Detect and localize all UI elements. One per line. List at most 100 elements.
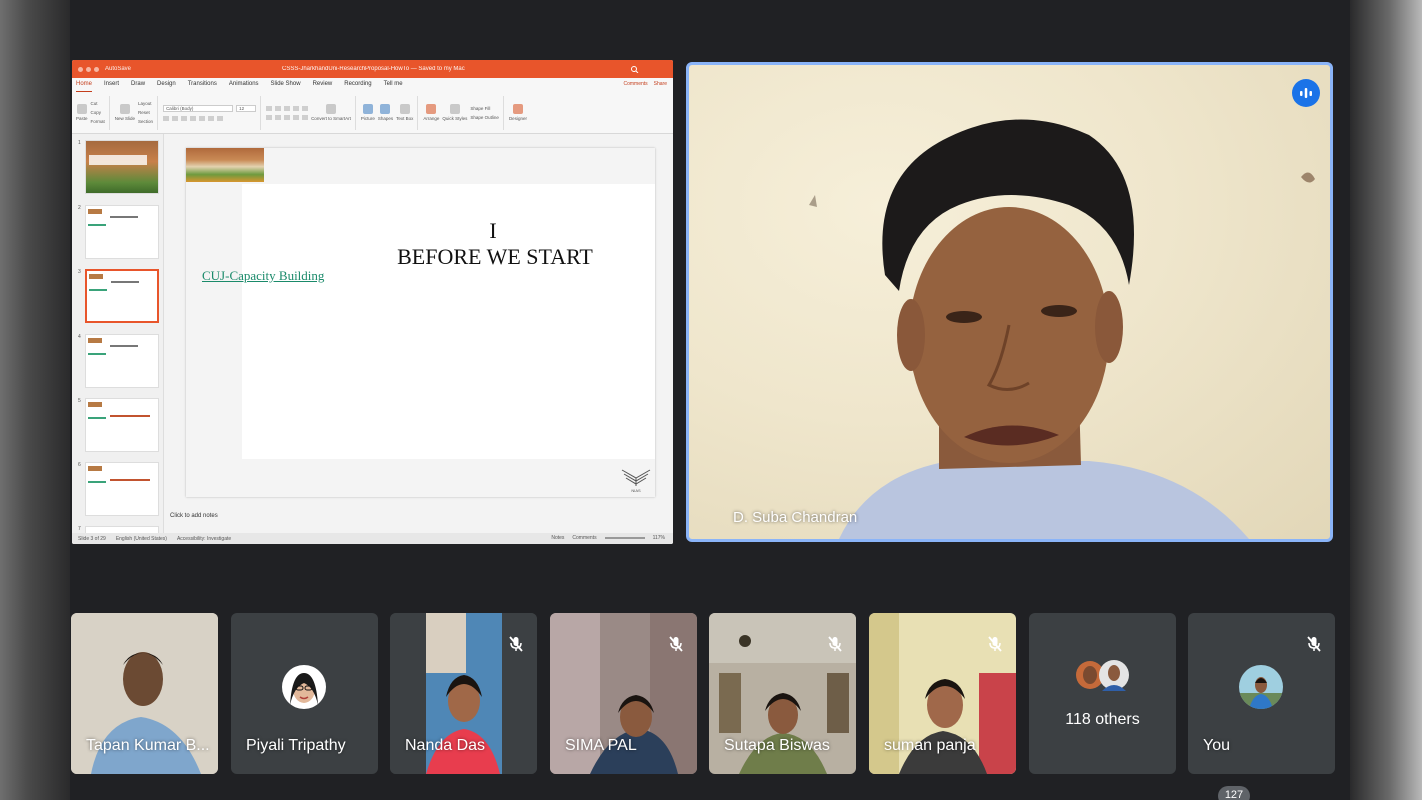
participant-name: Nanda Das [405,737,486,754]
new-slide-button[interactable]: New Slide [115,104,135,121]
underline-icon[interactable] [181,115,188,121]
picture-button[interactable]: Picture [361,104,375,121]
font-color-icon[interactable] [217,115,224,121]
others-avatars [1076,660,1129,691]
align-center-icon[interactable] [275,114,282,120]
slide-thumbnail[interactable]: 4 [75,334,161,392]
arrange-label: Arrange [423,116,440,121]
slide-thumbnail[interactable]: 1 [75,140,161,198]
comments-toggle[interactable]: Comments [572,535,596,541]
bold-icon[interactable] [163,115,170,121]
window-controls[interactable] [78,66,99,72]
section-button[interactable]: Section [138,119,153,124]
avatar [1239,665,1283,709]
numbering-icon[interactable] [275,105,282,111]
slide-footer-band [186,459,655,497]
logo-text: NIAS [631,488,641,493]
quick-styles-button[interactable]: Quick Styles [442,104,467,121]
italic-icon[interactable] [172,115,179,121]
slide-thumbnail[interactable]: 2 [75,205,161,263]
accessibility-status[interactable]: Accessibility: Investigate [177,536,231,542]
shape-fill-button[interactable]: Shape Fill [470,106,499,111]
participant-tile[interactable]: Tapan Kumar B... [71,613,218,774]
participant-tile[interactable]: Piyali Tripathy [231,613,378,774]
tab-review[interactable]: Review [313,81,333,92]
slide-thumbnail-preview [85,398,159,452]
text-box-label: Text Box [396,116,414,121]
convert-smartart-button[interactable]: Convert to SmartArt [311,104,351,121]
tab-tell-me[interactable]: Tell me [384,81,403,92]
share-button[interactable]: Share [654,81,667,87]
slide-number: 6 [78,462,81,468]
strikethrough-icon[interactable] [190,115,197,121]
notes-toggle[interactable]: Notes [551,535,564,541]
shapes-button[interactable]: Shapes [378,104,393,121]
slide-thumbnails-panel[interactable]: 1 2 3 4 5 6 7 [72,134,164,534]
autosave-label[interactable]: AutoSave [105,66,131,72]
columns-icon[interactable] [302,114,309,120]
arrange-button[interactable]: Arrange [423,104,439,121]
participant-tile[interactable]: Nanda Das [390,613,537,774]
presentation-share[interactable]: AutoSave CSSS-JharkhandUni-ResearchPropo… [72,60,673,544]
superscript-icon[interactable] [208,115,215,121]
outdent-icon[interactable] [293,105,300,111]
format-button[interactable]: Format [91,119,105,124]
language-status[interactable]: English (United States) [116,536,167,542]
slide-number: 5 [78,398,81,404]
text-box-button[interactable]: Text Box [396,104,413,121]
mic-off-icon [1307,636,1321,652]
notes-pane[interactable]: Click to add notes [170,513,218,519]
slide-link-text[interactable]: CUJ-Capacity Building [202,268,324,284]
paste-button[interactable]: Paste [76,104,88,121]
status-bar: Slide 3 of 29 English (United States) Ac… [72,533,673,544]
justify-icon[interactable] [293,114,300,120]
self-tile[interactable]: You [1188,613,1335,774]
designer-button[interactable]: Designer [509,104,527,121]
others-count-label: 118 others [1065,711,1140,728]
participant-name: Tapan Kumar B... [86,737,210,754]
shapes-icon [380,104,391,114]
bullets-icon[interactable] [266,105,273,111]
tab-transitions[interactable]: Transitions [188,81,217,92]
indent-icon[interactable] [284,105,291,111]
font-name-select[interactable]: Calibri (Body) [163,104,234,112]
paste-icon [76,104,87,114]
slide-thumbnail[interactable]: 5 [75,398,161,456]
participant-tile[interactable]: suman panja [869,613,1016,774]
copy-button[interactable]: Copy [91,110,105,115]
participant-tile[interactable]: SIMA PAL [550,613,697,774]
tab-home[interactable]: Home [76,81,93,92]
shape-outline-button[interactable]: Shape Outline [470,115,499,120]
tab-design[interactable]: Design [157,81,176,92]
ribbon-tabs: Home Insert Draw Design Transitions Anim… [72,78,673,92]
participant-tile[interactable]: Sutapa Biswas [709,613,856,774]
align-right-icon[interactable] [284,114,291,120]
slide-thumbnail[interactable]: 6 [75,462,161,520]
participant-name: You [1203,737,1230,754]
font-size-select[interactable]: 12 [236,104,257,112]
comments-button[interactable]: Comments [623,81,647,87]
tab-animations[interactable]: Animations [229,81,259,92]
others-tile[interactable]: 118 others [1029,613,1176,774]
current-slide[interactable]: I BEFORE WE START CUJ-Capacity Building … [186,148,655,497]
cut-button[interactable]: Cut [91,101,105,106]
layout-button[interactable]: Layout [138,101,153,106]
active-speaker-tile[interactable]: D. Suba Chandran [686,62,1333,542]
tab-draw[interactable]: Draw [131,81,145,92]
tab-recording[interactable]: Recording [344,81,371,92]
reset-button[interactable]: Reset [138,110,153,115]
zoom-level[interactable]: 117% [653,535,665,541]
speaker-video [809,119,1315,539]
nias-logo-icon: NIAS [621,469,651,493]
slide-thumbnail-selected[interactable]: 3 [75,269,161,327]
subscript-icon[interactable] [199,115,206,121]
smartart-icon [325,104,336,114]
designer-icon [512,104,523,114]
tab-insert[interactable]: Insert [104,81,119,92]
participant-count-badge[interactable]: 127 [1218,786,1250,800]
zoom-slider[interactable] [604,537,645,539]
line-spacing-icon[interactable] [302,105,309,111]
tab-slide-show[interactable]: Slide Show [271,81,301,92]
align-left-icon[interactable] [266,114,273,120]
search-icon[interactable] [629,65,643,73]
